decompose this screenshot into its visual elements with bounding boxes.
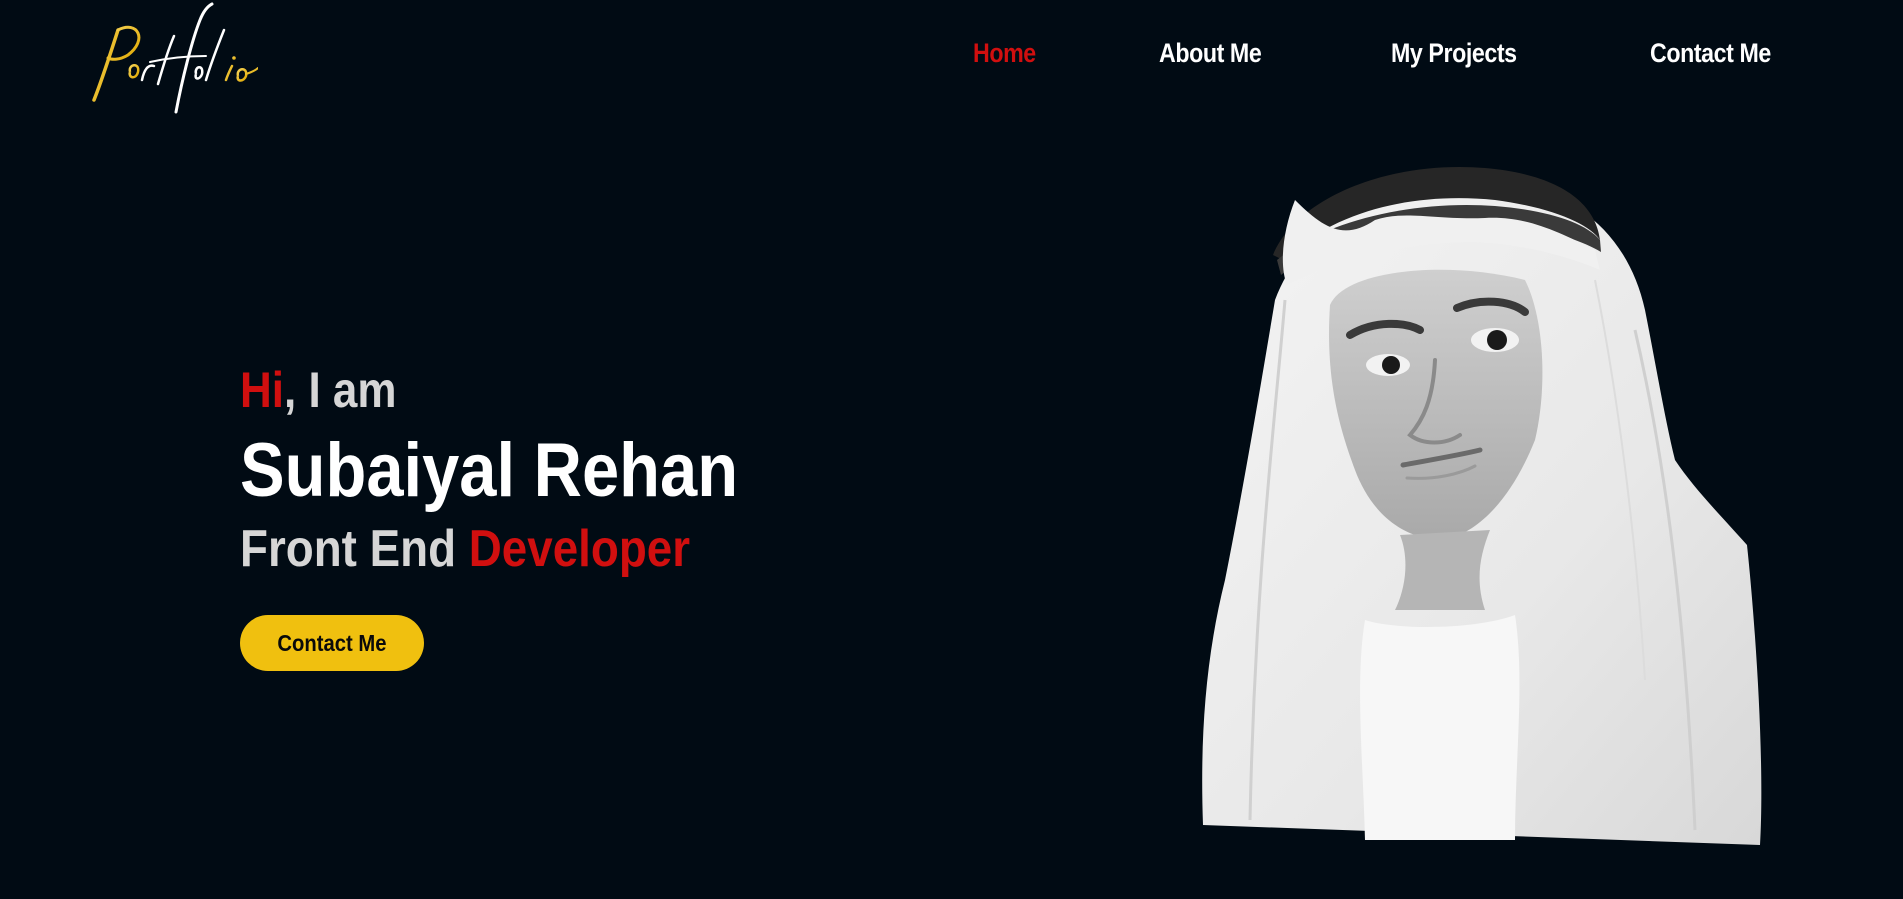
profile-photo-icon bbox=[1202, 166, 1762, 845]
contact-me-button-label: Contact Me bbox=[277, 629, 387, 656]
greeting-rest: , I am bbox=[284, 362, 397, 418]
hero-section: Hi, I am Subaiyal Rehan Front End Develo… bbox=[240, 355, 806, 581]
role-prefix: Front End bbox=[240, 520, 469, 578]
nav-item-home[interactable]: Home bbox=[973, 38, 1036, 69]
hero-role: Front End Developer bbox=[240, 517, 738, 581]
role-accent: Developer bbox=[468, 520, 691, 578]
greeting-accent: Hi bbox=[240, 362, 284, 418]
portfolio-page: Home About Me My Projects Contact Me Hi,… bbox=[0, 0, 1903, 899]
hero-greeting: Hi, I am bbox=[240, 355, 738, 425]
nav-item-about-me[interactable]: About Me bbox=[1159, 38, 1262, 69]
contact-me-button[interactable]: Contact Me bbox=[240, 615, 424, 671]
nav-item-contact-me[interactable]: Contact Me bbox=[1650, 38, 1771, 69]
nav-item-my-projects[interactable]: My Projects bbox=[1391, 38, 1517, 69]
main-nav: Home About Me My Projects Contact Me bbox=[0, 38, 1903, 78]
profile-photo bbox=[1195, 160, 1765, 850]
hero-name: Subaiyal Rehan bbox=[240, 428, 739, 513]
